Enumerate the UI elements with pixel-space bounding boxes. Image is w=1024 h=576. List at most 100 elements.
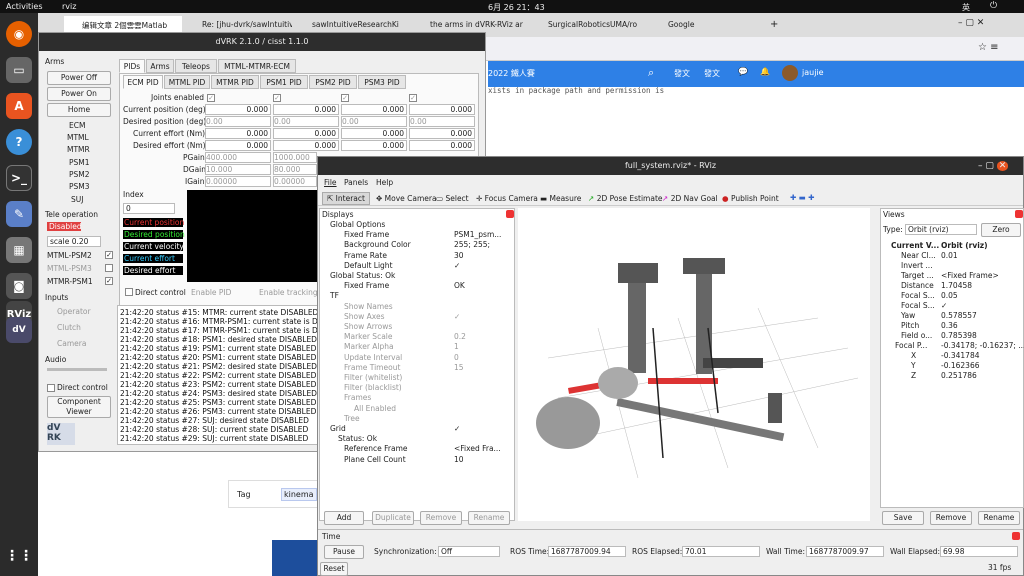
power-on-button[interactable]: Power On: [47, 87, 111, 101]
tab-mtml-pid[interactable]: MTML PID: [164, 75, 210, 89]
extensions-icon[interactable]: ☆ ≡: [978, 42, 999, 53]
tab-teleops[interactable]: Teleops: [175, 59, 217, 73]
pgain-field[interactable]: 400.000: [205, 152, 271, 163]
index-spinbox[interactable]: 0: [123, 203, 175, 214]
tag-chip[interactable]: kinema: [281, 488, 317, 501]
window-controls[interactable]: – ▢ ✕: [958, 18, 984, 28]
tree-value[interactable]: 15: [454, 363, 464, 372]
dgain-field[interactable]: 10.000: [205, 164, 271, 175]
dvrk-icon[interactable]: dV: [6, 317, 32, 343]
tab-psm3-pid[interactable]: PSM3 PID: [358, 75, 406, 89]
tab-psm2-pid[interactable]: PSM2 PID: [309, 75, 357, 89]
move-camera-tool[interactable]: ✥ Move Camera: [376, 194, 437, 203]
post-link[interactable]: 發文: [674, 68, 690, 79]
desired-position-field[interactable]: 0.00: [205, 116, 271, 127]
checkbox[interactable]: ✓: [273, 93, 281, 102]
tree-value[interactable]: 0: [454, 353, 459, 362]
teleop-pair[interactable]: MTML-PSM3: [47, 264, 92, 273]
checkbox[interactable]: ✓: [207, 93, 215, 102]
3d-viewport[interactable]: [518, 208, 870, 521]
arm-list-item[interactable]: MTMR: [67, 145, 90, 154]
tab-ecm-pid[interactable]: ECM PID: [123, 75, 163, 89]
pose-estimate-tool[interactable]: ↗ 2D Pose Estimate: [588, 194, 663, 203]
language-indicator[interactable]: 英: [962, 2, 970, 13]
browser-tab[interactable]: Google: [650, 16, 760, 36]
zero-button[interactable]: Zero: [981, 223, 1021, 237]
tree-value[interactable]: 1: [454, 342, 459, 351]
show-apps-icon[interactable]: ⋮⋮: [5, 543, 33, 569]
view-property-value[interactable]: -0.341784: [941, 351, 980, 360]
menu-file[interactable]: File: [324, 178, 337, 187]
view-property-value[interactable]: 0.05: [941, 291, 958, 300]
tree-value[interactable]: ✓: [454, 424, 460, 433]
view-property-value[interactable]: <Fixed Frame>: [941, 271, 999, 280]
add-display-button[interactable]: Add: [324, 511, 364, 525]
view-property-value[interactable]: 0.36: [941, 321, 958, 330]
duplicate-display-button[interactable]: Duplicate: [372, 511, 414, 525]
add-tool-icon[interactable]: ✚ ▬ ✚: [790, 193, 814, 202]
tab-pids[interactable]: PIDs: [119, 59, 145, 73]
tree-value[interactable]: PSM1_psm...: [454, 230, 501, 239]
interact-tool[interactable]: ⇱ Interact: [322, 192, 370, 205]
home-button[interactable]: Home: [47, 103, 111, 117]
view-property-value[interactable]: 0.578557: [941, 311, 977, 320]
new-tab-icon[interactable]: +: [770, 19, 778, 30]
close-icon[interactable]: [1012, 532, 1020, 540]
arm-list-item[interactable]: PSM2: [69, 170, 90, 179]
arm-list-item[interactable]: PSM3: [69, 182, 90, 191]
checkbox[interactable]: [125, 287, 133, 296]
igain-field[interactable]: 0.00000: [205, 176, 271, 187]
tree-value[interactable]: 0.2: [454, 332, 466, 341]
menu-panels[interactable]: Panels: [344, 178, 368, 187]
status-log[interactable]: 21:42:20 status #15: MTMR: current state…: [117, 305, 330, 445]
checkbox[interactable]: [105, 263, 113, 272]
select-tool[interactable]: ▭ Select: [436, 194, 469, 203]
desired-position-field[interactable]: 0.00: [273, 116, 339, 127]
teleop-pair[interactable]: MTML-PSM2: [47, 251, 92, 260]
browser-tab[interactable]: SurgicalRoboticsUMA/ro: [530, 16, 648, 36]
camera-icon[interactable]: ◙: [6, 273, 32, 299]
software-icon[interactable]: A: [6, 93, 32, 119]
close-icon[interactable]: [1015, 210, 1023, 218]
view-type-select[interactable]: Orbit (rviz): [905, 224, 977, 235]
avatar[interactable]: [782, 65, 798, 81]
tree-value[interactable]: ✓: [454, 261, 460, 270]
view-property-value[interactable]: -0.162366: [941, 361, 980, 370]
search-icon[interactable]: ⌕: [648, 66, 654, 80]
nav-goal-tool[interactable]: ↗ 2D Nav Goal: [662, 194, 718, 203]
igain-field[interactable]: 0.00000: [273, 176, 317, 187]
pause-button[interactable]: Pause: [324, 545, 364, 559]
username[interactable]: jaujie: [802, 68, 824, 77]
measure-tool[interactable]: ▬ Measure: [540, 194, 581, 203]
close-icon[interactable]: [506, 210, 514, 218]
text-editor-icon[interactable]: ✎: [6, 201, 32, 227]
reset-button[interactable]: Reset: [320, 562, 348, 576]
tree-value[interactable]: ✓: [454, 312, 460, 321]
view-property-value[interactable]: -0.34178; -0.16237; ...: [941, 341, 1024, 350]
tab-mtmr-pid[interactable]: MTMR PID: [211, 75, 259, 89]
bell-icon[interactable]: 🔔: [760, 67, 770, 76]
checkbox[interactable]: [47, 383, 55, 392]
firefox-icon[interactable]: ◉: [6, 21, 32, 47]
desired-position-field[interactable]: 0.00: [409, 116, 475, 127]
sync-select[interactable]: Off: [438, 546, 500, 557]
chat-icon[interactable]: 💬: [738, 67, 748, 76]
rename-display-button[interactable]: Rename: [468, 511, 510, 525]
rename-view-button[interactable]: Rename: [978, 511, 1020, 525]
publish-point-tool[interactable]: ● Publish Point: [722, 194, 779, 203]
arm-list-item[interactable]: PSM1: [69, 158, 90, 167]
scale-spinbox[interactable]: scale 0.20: [47, 236, 101, 247]
view-property-value[interactable]: 1.70458: [941, 281, 972, 290]
tree-value[interactable]: 30: [454, 251, 464, 260]
activities-button[interactable]: Activities: [6, 2, 43, 11]
audio-slider[interactable]: [47, 368, 107, 371]
tab-mtml-mtmr-ecm[interactable]: MTML-MTMR-ECM: [218, 59, 296, 73]
arm-list-item[interactable]: SUJ: [71, 195, 83, 204]
tree-value[interactable]: OK: [454, 281, 465, 290]
publish-menu[interactable]: 發文: [704, 68, 720, 79]
power-icon[interactable]: ⏻: [990, 1, 997, 11]
view-property-value[interactable]: Orbit (rviz): [941, 241, 988, 250]
checkbox[interactable]: ✓: [105, 276, 113, 285]
teleop-pair[interactable]: MTMR-PSM1: [47, 277, 93, 286]
dgain-field[interactable]: 80.000: [273, 164, 317, 175]
